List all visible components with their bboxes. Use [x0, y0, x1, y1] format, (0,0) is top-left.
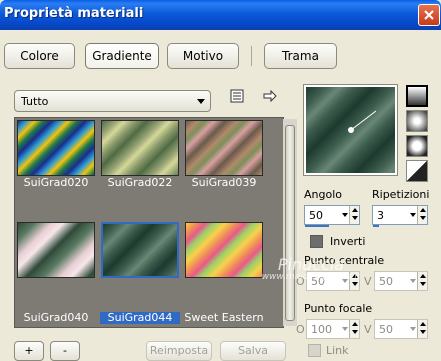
focal-h-spinner[interactable]: 100	[306, 319, 360, 339]
dropdown-arrow-icon[interactable]	[342, 279, 348, 283]
angle-spinner[interactable]: 50	[304, 205, 360, 227]
gradient-label-suigrad022: SuiGrad022	[107, 177, 173, 189]
gradient-editor-icon[interactable]	[230, 89, 244, 103]
arrow-right-icon[interactable]	[263, 90, 277, 102]
gradient-swatch-sweet-eastern[interactable]	[185, 222, 263, 278]
gradient-list-scrollbar[interactable]	[283, 119, 297, 326]
center-v-prefix: V	[364, 275, 372, 288]
focal-h-value: 100	[311, 323, 332, 336]
invert-label: Inverti	[330, 235, 366, 248]
repeats-value: 3	[377, 209, 384, 222]
gradient-label-suigrad044: SuiGrad044	[100, 312, 180, 324]
focal-v-prefix: V	[364, 323, 372, 336]
gradient-label-suigrad020: SuiGrad020	[23, 177, 89, 189]
tab-motivo[interactable]: Motivo	[167, 43, 239, 69]
spinner-arrows-icon[interactable]	[349, 206, 359, 224]
add-gradient-button[interactable]: +	[14, 341, 44, 361]
gradient-label-sweet-eastern: Sweet Eastern	[184, 312, 264, 324]
save-button[interactable]: Salva	[220, 341, 286, 361]
gradient-list[interactable]: SuiGrad020 SuiGrad022 SuiGrad039 SuiGrad…	[14, 117, 297, 328]
angle-handle-icon[interactable]	[306, 87, 395, 173]
angle-value: 50	[309, 209, 323, 222]
angle-slider-fill	[305, 225, 329, 227]
link-label: Link	[326, 344, 349, 357]
center-point-label: Punto centrale	[304, 254, 385, 267]
gradient-preview[interactable]	[303, 84, 398, 176]
spinner-arrows-icon[interactable]	[417, 320, 427, 338]
center-h-spinner[interactable]: 50	[306, 271, 360, 291]
center-v-spinner[interactable]: 50	[374, 271, 428, 291]
repeats-slider-fill	[373, 225, 379, 227]
close-icon	[424, 10, 434, 20]
gradient-label-suigrad039: SuiGrad039	[191, 177, 257, 189]
chevron-down-icon	[197, 99, 205, 104]
angle-label: Angolo	[304, 188, 342, 201]
gradient-swatch-suigrad044[interactable]	[101, 222, 179, 278]
category-value: Tutto	[21, 95, 49, 108]
dropdown-arrow-icon[interactable]	[342, 213, 348, 217]
spinner-arrows-icon[interactable]	[349, 272, 359, 290]
gradient-swatch-suigrad020[interactable]	[17, 120, 95, 176]
dropdown-arrow-icon[interactable]	[410, 327, 416, 331]
tab-divider	[251, 46, 252, 66]
spinner-arrows-icon[interactable]	[417, 206, 427, 224]
link-checkbox[interactable]	[308, 344, 321, 357]
close-button[interactable]	[418, 4, 440, 26]
remove-gradient-button[interactable]: -	[50, 341, 80, 361]
linear-style-button[interactable]	[406, 85, 428, 107]
center-h-prefix: O	[296, 275, 305, 288]
radial-style-button[interactable]	[406, 160, 428, 182]
repeats-spinner[interactable]: 3	[372, 205, 428, 227]
center-v-value: 50	[379, 275, 393, 288]
category-dropdown[interactable]: Tutto	[14, 90, 211, 112]
title-bar[interactable]: Proprietà materiali	[0, 0, 441, 30]
gradient-swatch-suigrad022[interactable]	[101, 120, 179, 176]
focal-v-spinner[interactable]: 50	[374, 319, 428, 339]
gradient-label-suigrad040: SuiGrad040	[23, 312, 89, 324]
gradient-swatch-suigrad040[interactable]	[17, 222, 95, 278]
rectangular-style-button[interactable]	[406, 110, 428, 132]
sunburst-style-button[interactable]	[406, 135, 428, 157]
gradient-swatch-suigrad039[interactable]	[185, 120, 263, 176]
reset-button[interactable]: Reimposta	[146, 341, 212, 361]
dropdown-arrow-icon[interactable]	[410, 279, 416, 283]
focal-v-value: 50	[379, 323, 393, 336]
center-h-value: 50	[311, 275, 325, 288]
focal-h-prefix: O	[296, 323, 305, 336]
tab-colore[interactable]: Colore	[4, 43, 75, 69]
repeats-label: Ripetizioni	[372, 188, 430, 201]
tab-trama[interactable]: Trama	[264, 43, 337, 69]
focal-point-label: Punto focale	[304, 302, 373, 315]
spinner-arrows-icon[interactable]	[349, 320, 359, 338]
scrollbar-thumb[interactable]	[285, 125, 295, 321]
dropdown-arrow-icon[interactable]	[410, 213, 416, 217]
window-title: Proprietà materiali	[4, 6, 144, 21]
invert-checkbox[interactable]	[310, 235, 323, 248]
tab-gradiente[interactable]: Gradiente	[85, 43, 159, 69]
spinner-arrows-icon[interactable]	[417, 272, 427, 290]
dropdown-arrow-icon[interactable]	[342, 327, 348, 331]
